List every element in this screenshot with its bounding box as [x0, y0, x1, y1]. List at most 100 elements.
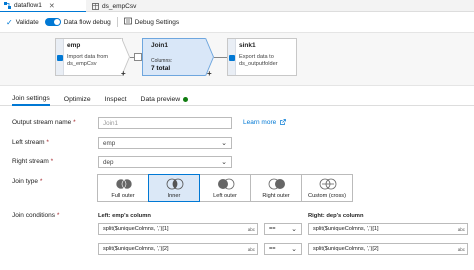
cross-join-icon — [319, 178, 337, 190]
join-node[interactable]: Join1 Columns: 7 total — [142, 38, 206, 76]
tab-join-settings[interactable]: Join settings — [12, 92, 50, 106]
required-marker: * — [50, 158, 54, 165]
right-stream-select[interactable]: dep ⌄ — [98, 156, 232, 168]
tab-optimize[interactable]: Optimize — [64, 92, 91, 106]
join-conditions-label: Join conditions * — [12, 212, 59, 219]
learn-more-link[interactable]: Learn more — [243, 119, 286, 126]
left-expression: split($uniqueColmns, ',')[1] — [103, 226, 169, 232]
data-preview-label: Data preview — [140, 95, 181, 103]
required-marker: * — [56, 212, 60, 219]
debug-settings-button[interactable]: Debug Settings — [123, 17, 180, 27]
node-title: emp — [67, 42, 81, 49]
join-type-inner[interactable]: Inner — [148, 174, 200, 202]
right-stream-label: Right stream * — [12, 158, 53, 165]
add-transform-icon[interactable]: + — [207, 69, 212, 78]
join-type-label-text: Right outer — [262, 193, 290, 199]
join-type-selector: Full outer Inner Left outer Right outer … — [97, 174, 353, 202]
full-outer-venn-icon — [115, 178, 133, 190]
document-tab-bar: dataflow1 ✕ ds_empCsv — [0, 0, 474, 12]
node-title: sink1 — [239, 42, 256, 49]
join-type-right-outer[interactable]: Right outer — [250, 174, 302, 202]
condition-operator-select[interactable]: == ⌄ — [264, 223, 302, 235]
source-node-emp[interactable]: emp Import data from ds_empCsv — [55, 38, 123, 76]
debug-settings-label: Debug Settings — [134, 18, 180, 26]
dataflow-icon — [4, 2, 11, 9]
join-type-label-text: Left outer — [213, 193, 237, 199]
string-type-icon: abc — [247, 227, 255, 232]
left-outer-venn-icon — [218, 178, 235, 190]
tab-label: dataflow1 — [14, 2, 42, 9]
condition-operator-select[interactable]: == ⌄ — [264, 243, 302, 255]
settings-icon — [123, 17, 132, 27]
join-type-label-text: Inner — [167, 193, 181, 199]
tab-label: ds_empCsv — [102, 2, 137, 10]
label-text: Output stream name — [12, 119, 72, 126]
node-strip — [56, 39, 64, 75]
string-type-icon: abc — [457, 247, 465, 252]
tab-data-preview[interactable]: Data preview — [141, 92, 189, 106]
add-transform-icon[interactable]: + — [121, 69, 126, 78]
right-expression: split($uniqueColmns, ',')[1] — [313, 226, 379, 232]
connector-line — [214, 57, 228, 58]
label-text: Left stream — [12, 139, 45, 146]
label-text: Join type — [12, 178, 39, 185]
validate-label: Validate — [15, 18, 39, 26]
required-marker: * — [46, 139, 49, 146]
checkmark-icon: ✓ — [6, 17, 13, 27]
left-stream-select[interactable]: emp ⌄ — [98, 137, 232, 149]
right-condition-field[interactable]: split($uniqueColmns, ',')[1] abc — [308, 223, 468, 235]
string-type-icon: abc — [457, 227, 465, 232]
source-icon — [57, 55, 63, 61]
chevron-down-icon: ⌄ — [291, 226, 297, 233]
dataflow-canvas[interactable]: emp Import data from ds_empCsv + Join1 C… — [0, 32, 474, 86]
join-type-label-text: Custom (cross) — [308, 193, 346, 199]
columns-label: Columns: — [151, 58, 173, 64]
right-condition-field[interactable]: split($uniqueColmns, ',')[2] abc — [308, 243, 468, 255]
right-column-header: Right: dep's column — [308, 213, 364, 219]
required-marker: * — [73, 119, 76, 126]
toggle-switch[interactable] — [44, 18, 61, 26]
table-icon — [92, 2, 99, 10]
status-dot-icon — [183, 96, 189, 102]
join-type-left-outer[interactable]: Left outer — [199, 174, 251, 202]
chevron-down-icon: ⌄ — [221, 140, 227, 147]
join-connector-icon — [134, 53, 142, 61]
operator-value: == — [269, 226, 276, 232]
label-text: Right stream — [12, 158, 49, 165]
right-stream-value: dep — [103, 158, 114, 166]
label-text: Join conditions — [12, 212, 55, 219]
output-stream-input[interactable]: Join1 — [98, 117, 232, 129]
data-flow-debug-toggle[interactable]: Data flow debug — [44, 18, 111, 26]
settings-tabs: Join settings Optimize Inspect Data prev… — [0, 92, 474, 106]
node-strip — [228, 39, 236, 75]
string-type-icon: abc — [247, 247, 255, 252]
right-outer-venn-icon — [268, 178, 285, 190]
required-marker: * — [39, 178, 43, 185]
left-stream-label: Left stream * — [12, 139, 49, 146]
node-description: Import data from ds_empCsv — [67, 54, 109, 67]
left-condition-field[interactable]: split($uniqueColmns, ',')[2] abc — [98, 243, 258, 255]
join-type-custom-cross[interactable]: Custom (cross) — [301, 174, 353, 202]
columns-value: 7 total — [151, 65, 171, 72]
close-icon[interactable]: ✕ — [49, 2, 55, 10]
left-expression: split($uniqueColmns, ',')[2] — [103, 246, 169, 252]
join-type-label-text: Full outer — [111, 193, 135, 199]
learn-more-label: Learn more — [243, 119, 277, 126]
chevron-down-icon: ⌄ — [221, 159, 227, 166]
sink-icon — [229, 55, 235, 61]
output-stream-placeholder: Join1 — [103, 119, 119, 127]
tab-dataflow1[interactable]: dataflow1 ✕ — [0, 0, 86, 12]
join-type-full-outer[interactable]: Full outer — [97, 174, 149, 202]
operator-value: == — [269, 246, 276, 252]
inner-venn-icon — [166, 178, 184, 190]
tab-inspect[interactable]: Inspect — [105, 92, 127, 106]
join-type-label: Join type * — [12, 178, 42, 185]
left-column-header: Left: emp's column — [98, 213, 151, 219]
tab-ds-empcsv[interactable]: ds_empCsv — [88, 0, 162, 12]
node-title: Join1 — [151, 42, 168, 49]
toolbar-divider — [116, 17, 118, 27]
debug-label: Data flow debug — [63, 18, 111, 26]
validate-button[interactable]: ✓ Validate — [6, 18, 39, 27]
left-condition-field[interactable]: split($uniqueColmns, ',')[1] abc — [98, 223, 258, 235]
sink-node[interactable]: sink1 Export data to ds_outputfolder — [227, 38, 297, 76]
